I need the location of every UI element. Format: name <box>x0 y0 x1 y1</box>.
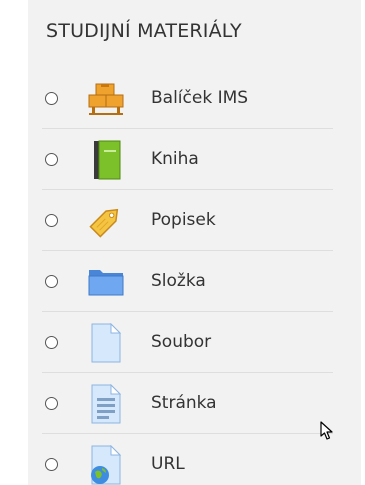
item-label: URL <box>151 454 185 474</box>
item-label: Popisek <box>151 210 216 230</box>
ims-package-icon <box>86 79 126 119</box>
file-icon <box>86 322 126 363</box>
item-label: Soubor <box>151 332 212 352</box>
list-item-url[interactable]: URL <box>28 434 361 485</box>
radio-button[interactable] <box>45 153 58 166</box>
mouse-pointer-icon <box>320 421 334 441</box>
url-icon <box>86 444 126 485</box>
folder-icon <box>86 262 126 302</box>
list-item-book[interactable]: Kniha <box>28 129 361 190</box>
panel-title: STUDIJNÍ MATERIÁLY <box>46 20 242 42</box>
page-icon <box>86 383 126 424</box>
radio-button[interactable] <box>45 458 58 471</box>
radio-button[interactable] <box>45 275 58 288</box>
item-label: Kniha <box>151 149 199 169</box>
item-label: Složka <box>151 271 206 291</box>
book-icon <box>86 140 126 180</box>
list-item-page[interactable]: Stránka <box>28 373 361 434</box>
list-item-file[interactable]: Soubor <box>28 312 361 373</box>
label-tag-icon <box>86 201 126 241</box>
radio-button[interactable] <box>45 92 58 105</box>
radio-button[interactable] <box>45 336 58 349</box>
radio-button[interactable] <box>45 214 58 227</box>
item-label: Balíček IMS <box>151 88 249 108</box>
list-item-ims-package[interactable]: Balíček IMS <box>28 68 361 129</box>
list-item-label[interactable]: Popisek <box>28 190 361 251</box>
list-item-folder[interactable]: Složka <box>28 251 361 312</box>
radio-button[interactable] <box>45 397 58 410</box>
item-label: Stránka <box>151 393 217 413</box>
resources-panel: STUDIJNÍ MATERIÁLY Balíček IMS Kniha Pop… <box>28 0 361 485</box>
